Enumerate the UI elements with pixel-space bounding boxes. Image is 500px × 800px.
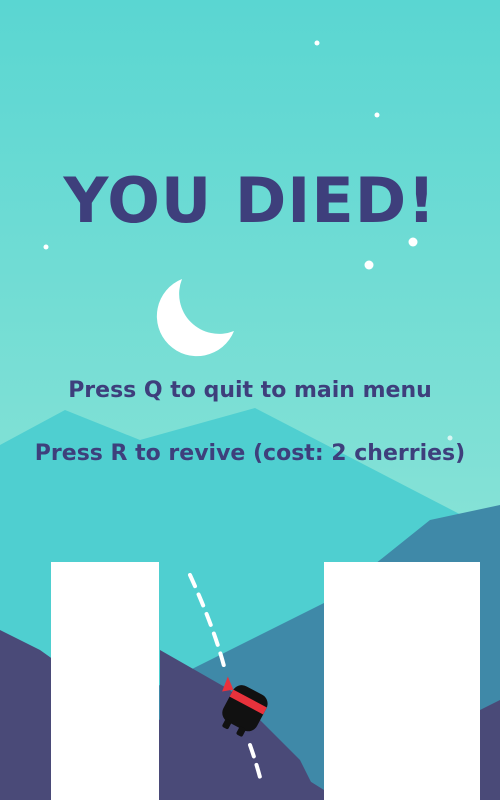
platform-right bbox=[324, 562, 480, 800]
game-over-title: YOU DIED! bbox=[63, 164, 437, 237]
platform-left bbox=[51, 562, 159, 800]
star bbox=[408, 237, 418, 247]
quit-instruction: Press Q to quit to main menu bbox=[68, 378, 432, 403]
revive-instruction: Press R to revive (cost: 2 cherries) bbox=[34, 441, 466, 466]
star bbox=[364, 260, 374, 270]
star bbox=[374, 112, 380, 118]
star bbox=[447, 435, 453, 441]
star bbox=[43, 244, 49, 250]
star bbox=[314, 40, 320, 46]
